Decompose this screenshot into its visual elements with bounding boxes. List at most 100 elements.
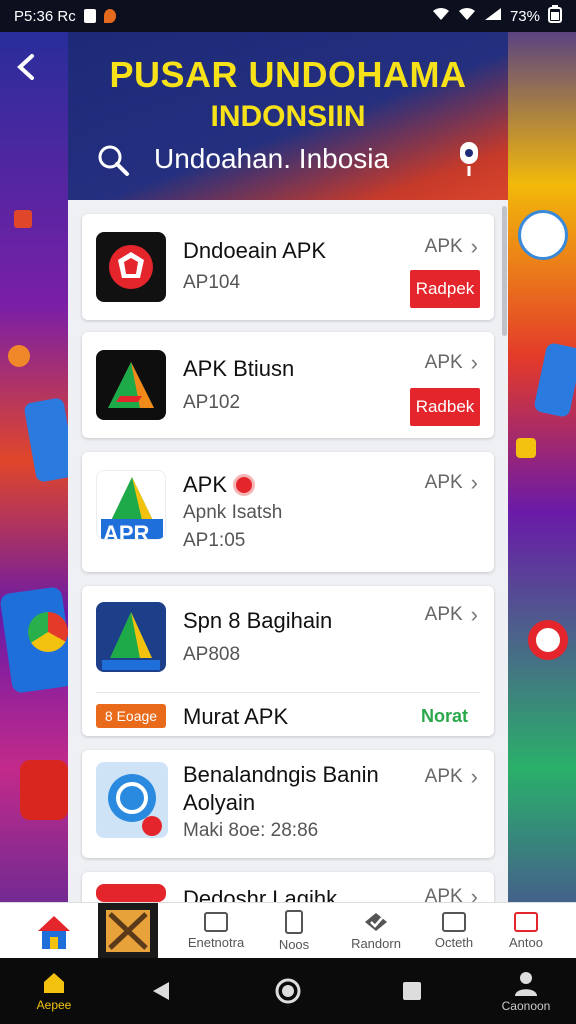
signal-icon	[484, 7, 502, 25]
app-card[interactable]: Dedoshr Lagihk APK ›	[82, 872, 494, 902]
apk-link-label: APK	[424, 236, 463, 257]
nav-label: Noos	[278, 937, 310, 952]
app-card[interactable]: Dndoeain APK AP104 APK › Radpek	[82, 214, 494, 320]
wifi-icon-2	[458, 7, 476, 25]
status-bar: P5:36 Rc 73%	[0, 0, 576, 32]
app-version: AP104	[183, 272, 241, 293]
home-nav-button[interactable]	[272, 958, 304, 1024]
battery-percent: 73%	[509, 7, 540, 25]
bottom-navigation: Enetnotra Noos Randorn Octeth Antoo	[0, 902, 576, 959]
floating-chrome-logo	[28, 612, 68, 652]
app-logo-icon: APR	[96, 470, 166, 540]
notification-app-icon	[103, 9, 116, 23]
badge-icon	[233, 474, 256, 496]
nav-label: Octeth	[434, 935, 474, 950]
tools-icon	[106, 910, 150, 952]
apk-link[interactable]: APK ›	[425, 602, 478, 628]
apk-link[interactable]: APK ›	[425, 764, 478, 790]
chevron-right-icon: ›	[470, 234, 478, 259]
apk-link[interactable]: APK ›	[425, 234, 478, 260]
list-scrollbar[interactable]	[502, 206, 507, 336]
wifi-icon	[432, 7, 450, 25]
recents-square-icon	[403, 982, 421, 1000]
apk-link[interactable]: APK ›	[425, 350, 478, 376]
chevron-right-icon: ›	[470, 350, 478, 375]
app-logo-icon	[96, 884, 166, 902]
chevron-right-icon: ›	[470, 764, 478, 789]
floating-target-icon	[528, 620, 568, 660]
shield-icon	[365, 913, 387, 931]
download-button[interactable]: Radbek	[410, 388, 480, 426]
chevron-right-icon: ›	[470, 470, 478, 495]
back-button[interactable]	[14, 52, 40, 90]
card-divider	[96, 692, 480, 693]
secondary-link[interactable]: Norat	[421, 706, 468, 727]
nav-box[interactable]: Octeth	[422, 903, 486, 959]
apk-link-label: APK	[424, 604, 463, 625]
app-name: Spn 8 Bagihain	[183, 608, 333, 633]
sys-home-shortcut[interactable]: Aepee	[28, 958, 80, 1024]
nav-label: Randorn	[351, 936, 401, 951]
apk-link[interactable]: APK ›	[425, 470, 478, 496]
home-circle-icon	[275, 978, 301, 1004]
apk-link-label: APK	[424, 352, 463, 373]
flag-icon	[514, 912, 538, 932]
app-name-text: APK	[183, 472, 228, 497]
promo-tag: 8 Eoage	[96, 704, 166, 728]
secondary-app-name: Murat APK	[183, 704, 289, 729]
apk-link-label: APK	[424, 472, 463, 493]
home-icon	[44, 973, 64, 993]
floating-gift-icon	[14, 210, 32, 228]
back-triangle-icon	[153, 982, 169, 1000]
search-input[interactable]: Undoahan. Inbosia	[154, 143, 389, 175]
page-title: PUSAR UNDOHAMA	[109, 54, 467, 95]
app-version: AP1:05	[183, 530, 246, 551]
notification-icon	[83, 9, 96, 23]
apk-link-label: APK	[424, 766, 463, 787]
app-card[interactable]: Spn 8 Bagihain AP808 APK › 8 Eoage Murat…	[82, 586, 494, 736]
nav-flag[interactable]: Antoo	[494, 903, 558, 959]
app-card[interactable]: Benalandngis Banin Aolyain Maki 8oe: 28:…	[82, 750, 494, 858]
search-icon[interactable]	[96, 143, 130, 177]
store-icon	[204, 912, 228, 932]
nav-home[interactable]	[28, 903, 80, 959]
app-version: AP808	[183, 644, 241, 665]
nav-shield[interactable]: Randorn	[340, 903, 412, 959]
nav-tools[interactable]	[98, 903, 158, 959]
account-nav-button[interactable]: Caonoon	[494, 958, 558, 1024]
nav-label: Enetnotra	[187, 935, 245, 950]
app-logo-icon	[96, 232, 166, 302]
app-logo-icon	[96, 762, 168, 838]
battery-icon	[548, 5, 562, 27]
app-name: Dndoeain APK	[183, 238, 327, 263]
app-name: Dedoshr Lagihk	[183, 886, 338, 902]
floating-ball-icon	[8, 345, 30, 367]
apk-link-label: APK	[424, 886, 463, 902]
phone-icon	[285, 910, 303, 934]
person-icon	[515, 972, 537, 996]
app-card[interactable]: APK Btiusn AP102 APK › Radbek	[82, 332, 494, 438]
nav-store[interactable]: Enetnotra	[180, 903, 252, 959]
back-nav-button[interactable]	[146, 958, 176, 1024]
back-arrow-icon	[17, 54, 34, 80]
app-logo-icon	[96, 350, 166, 420]
system-navigation-bar: Aepee Caonoon	[0, 958, 576, 1024]
app-card[interactable]: APR APK Apnk Isatsh AP1:05 APK ›	[82, 452, 494, 572]
app-name: Benalandngis Banin	[183, 762, 379, 787]
app-description: Apnk Isatsh	[183, 502, 283, 523]
chevron-right-icon: ›	[470, 602, 478, 627]
sys-label: Caonoon	[501, 999, 551, 1013]
status-time: P5:36 Rc	[14, 7, 76, 25]
recents-nav-button[interactable]	[400, 958, 424, 1024]
nav-label: Antoo	[509, 935, 543, 950]
nav-phone[interactable]: Noos	[262, 903, 326, 959]
app-logo-text: APR	[103, 521, 150, 540]
sys-label: Aepee	[36, 998, 72, 1012]
download-button[interactable]: Radpek	[410, 270, 480, 308]
apk-link[interactable]: APK ›	[425, 884, 478, 902]
app-name: APK Btiusn	[183, 356, 295, 381]
mic-icon[interactable]	[454, 140, 484, 180]
floating-compass-icon	[518, 210, 568, 260]
app-name: APK	[183, 472, 256, 498]
home-icon	[38, 916, 70, 949]
